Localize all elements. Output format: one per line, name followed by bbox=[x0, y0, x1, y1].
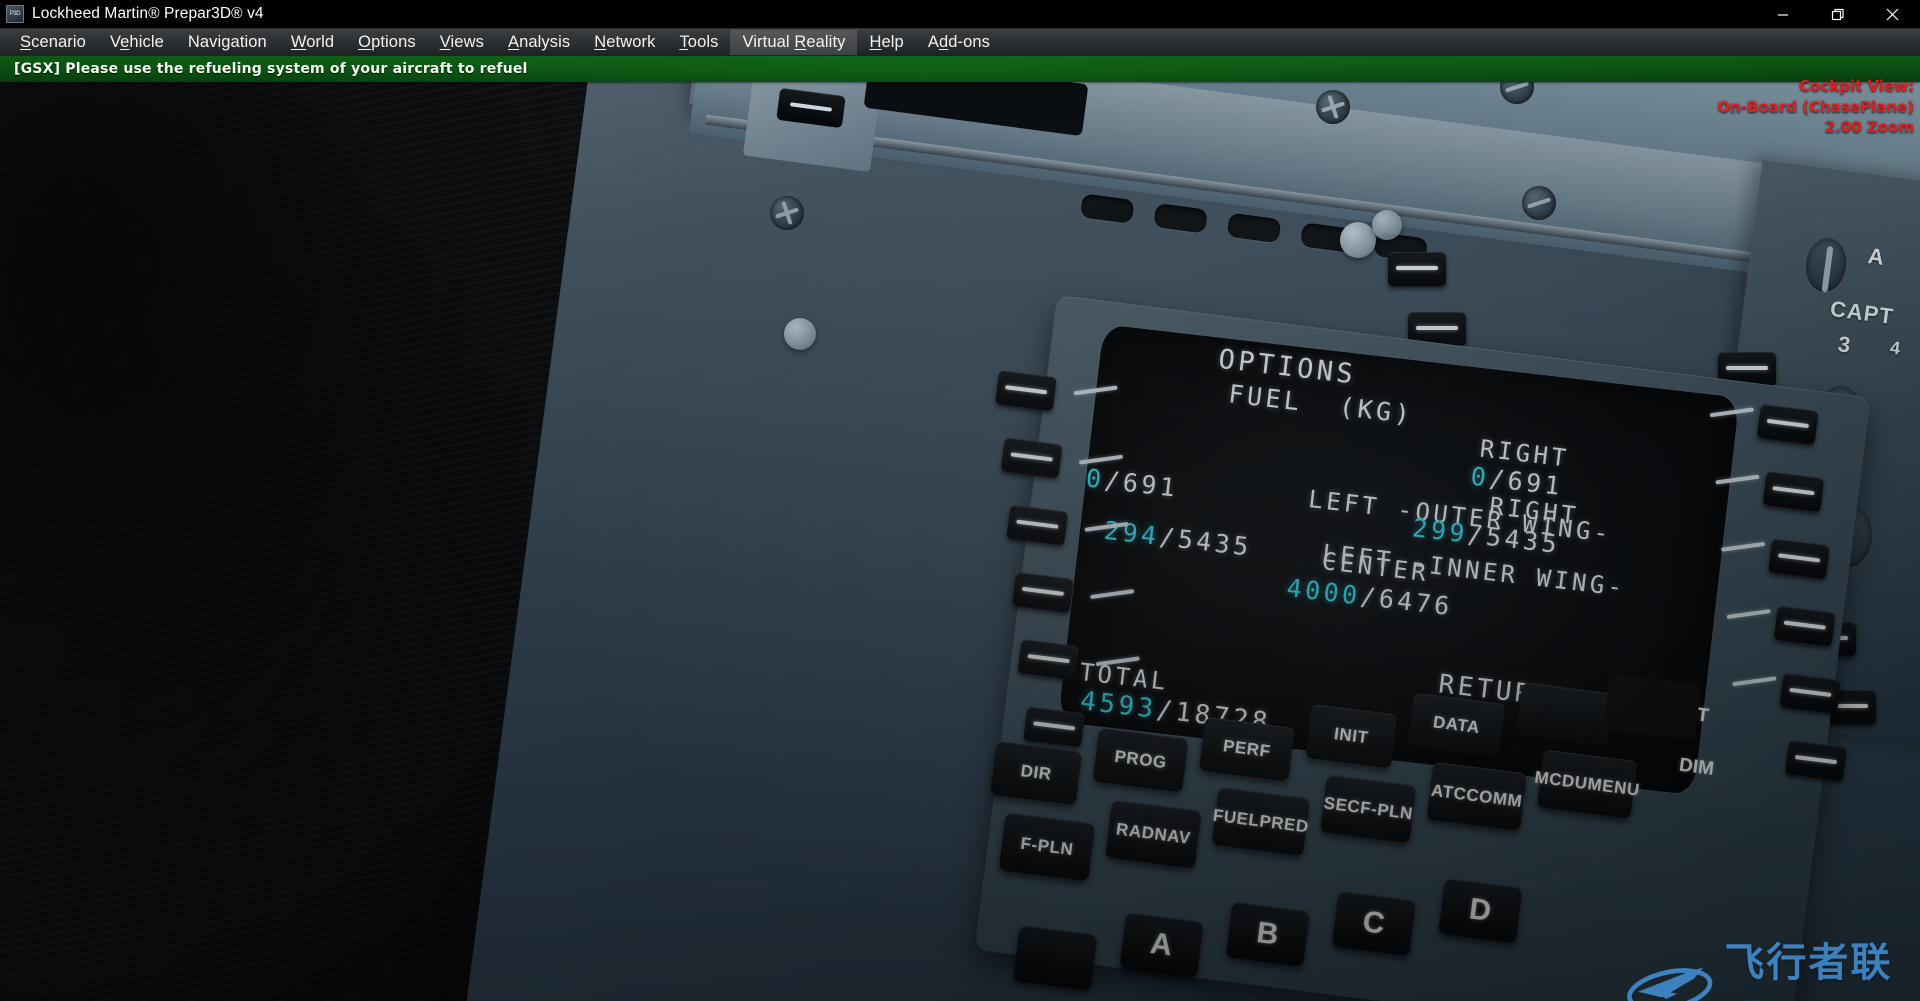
mcdu-key-fuelpred[interactable]: FUEL PRED bbox=[1211, 787, 1311, 857]
mcdu-key-a[interactable]: A bbox=[1119, 912, 1204, 978]
mcdu-rsk-4r[interactable] bbox=[1773, 605, 1836, 647]
mcdu-row1-right-qty: 299 bbox=[1410, 513, 1470, 549]
mcdu-unit[interactable]: OPTIONS FUEL (KG) LEFT -OUTER WING- RIGH… bbox=[970, 294, 1911, 1001]
mcdu-rsk-6r[interactable] bbox=[1784, 740, 1847, 782]
panel-screw bbox=[1522, 186, 1556, 220]
minimize-button[interactable] bbox=[1755, 0, 1810, 29]
mcdu-key-prog[interactable]: PROG bbox=[1092, 727, 1189, 793]
p3d-app-icon: P3D bbox=[6, 5, 24, 23]
camera-view-info: Cockpit View: On-Board (ChasePlane) 2.00… bbox=[1717, 76, 1914, 138]
menu-item-options[interactable]: Options bbox=[346, 30, 428, 55]
mcdu-lsk-1l[interactable] bbox=[995, 370, 1057, 412]
mcdu-key-perf[interactable]: PERF bbox=[1198, 716, 1295, 782]
window-controls[interactable] bbox=[1755, 0, 1920, 29]
mcdu-label-dim[interactable]: DIM bbox=[1678, 755, 1715, 781]
menu-item-network[interactable]: Network bbox=[582, 30, 667, 55]
mcdu-rsk-2r[interactable] bbox=[1762, 471, 1825, 513]
mcdu-key-mcdumenu[interactable]: MCDU MENU bbox=[1533, 749, 1641, 819]
mcdu-lsk-4l[interactable] bbox=[1011, 571, 1074, 613]
mcdu-blank-display-key[interactable] bbox=[1603, 673, 1702, 741]
menu-item-help[interactable]: Help bbox=[857, 30, 915, 55]
panel-screw bbox=[770, 196, 804, 230]
menu-item-navigation[interactable]: Navigation bbox=[176, 30, 279, 55]
mcdu-key-d[interactable]: D bbox=[1438, 878, 1523, 944]
view-info-line-2: On-Board (ChasePlane) bbox=[1717, 97, 1914, 116]
mcdu-key-init[interactable]: INIT bbox=[1305, 704, 1398, 769]
menu-item-add-ons[interactable]: Add-ons bbox=[916, 30, 1002, 55]
indicator-bulb bbox=[1372, 210, 1402, 240]
menu-item-tools[interactable]: Tools bbox=[667, 30, 730, 55]
menu-item-world[interactable]: World bbox=[279, 30, 346, 55]
mcdu-row1-left-qty: 294 bbox=[1102, 515, 1162, 552]
close-button[interactable] bbox=[1865, 0, 1920, 29]
mcdu-rsk-5r[interactable] bbox=[1779, 672, 1842, 714]
view-info-line-1: Cockpit View: bbox=[1799, 77, 1914, 95]
mcdu-key-blank[interactable] bbox=[1515, 682, 1614, 748]
mcdu-lsk-2l[interactable] bbox=[1000, 437, 1063, 479]
restore-button[interactable] bbox=[1810, 0, 1865, 29]
side-panel-label-a: A bbox=[1866, 243, 1887, 270]
mcdu-rsk-1r[interactable] bbox=[1756, 403, 1819, 445]
prepar3d-window: A CAPT 3 4 OPTIONS FUEL (KG) LEFT -OUTER… bbox=[0, 0, 1920, 1001]
indicator-bulb bbox=[784, 318, 816, 350]
mcdu-key-dir[interactable]: DIR bbox=[990, 740, 1083, 806]
mcdu-key-data[interactable]: DATA bbox=[1407, 692, 1506, 758]
mcdu-key-secfpln[interactable]: SEC F-PLN bbox=[1320, 774, 1417, 844]
indicator-bulb bbox=[1340, 222, 1376, 258]
mcdu-key-fpln[interactable]: F-PLN bbox=[998, 812, 1096, 882]
main-menubar[interactable]: Scenario Vehicle Navigation World Options Vie… bbox=[0, 29, 1920, 56]
menu-item-virtual-reality[interactable]: Virtual Reality bbox=[730, 30, 858, 55]
panel-screw bbox=[1316, 90, 1350, 124]
menu-item-scenario[interactable]: Scenario bbox=[8, 30, 98, 55]
gsx-message-text: [GSX] Please use the refueling system of… bbox=[14, 61, 528, 77]
mcdu-lsk-6l[interactable] bbox=[1023, 706, 1085, 748]
gsx-message-banner: [GSX] Please use the refueling system of… bbox=[0, 56, 1920, 82]
window-titlebar[interactable]: P3D Lockheed Martin® Prepar3D® v4 bbox=[0, 0, 1920, 29]
view-info-line-3: 2.00 Zoom bbox=[1824, 118, 1914, 137]
mcdu-key-radnav[interactable]: RAD NAV bbox=[1105, 799, 1202, 869]
overhead-dash-key[interactable] bbox=[1388, 252, 1446, 286]
mcdu-lsk-5l[interactable] bbox=[1017, 639, 1080, 681]
window-title: Lockheed Martin® Prepar3D® v4 bbox=[32, 5, 264, 22]
mcdu-rsk-3r[interactable] bbox=[1768, 538, 1830, 580]
menu-item-analysis[interactable]: Analysis bbox=[496, 30, 582, 55]
mcdu-key-b[interactable]: B bbox=[1225, 901, 1310, 967]
mcdu-key-c[interactable]: C bbox=[1331, 890, 1417, 957]
menu-item-vehicle[interactable]: Vehicle bbox=[98, 30, 176, 55]
menu-item-views[interactable]: Views bbox=[428, 30, 496, 55]
mcdu-key-blank-left[interactable] bbox=[1012, 925, 1098, 991]
mcdu-key-atccomm[interactable]: ATC COMM bbox=[1426, 761, 1527, 832]
mcdu-lsk-3l[interactable] bbox=[1006, 504, 1069, 546]
simulator-3d-viewport[interactable]: A CAPT 3 4 OPTIONS FUEL (KG) LEFT -OUTER… bbox=[0, 56, 1920, 1001]
